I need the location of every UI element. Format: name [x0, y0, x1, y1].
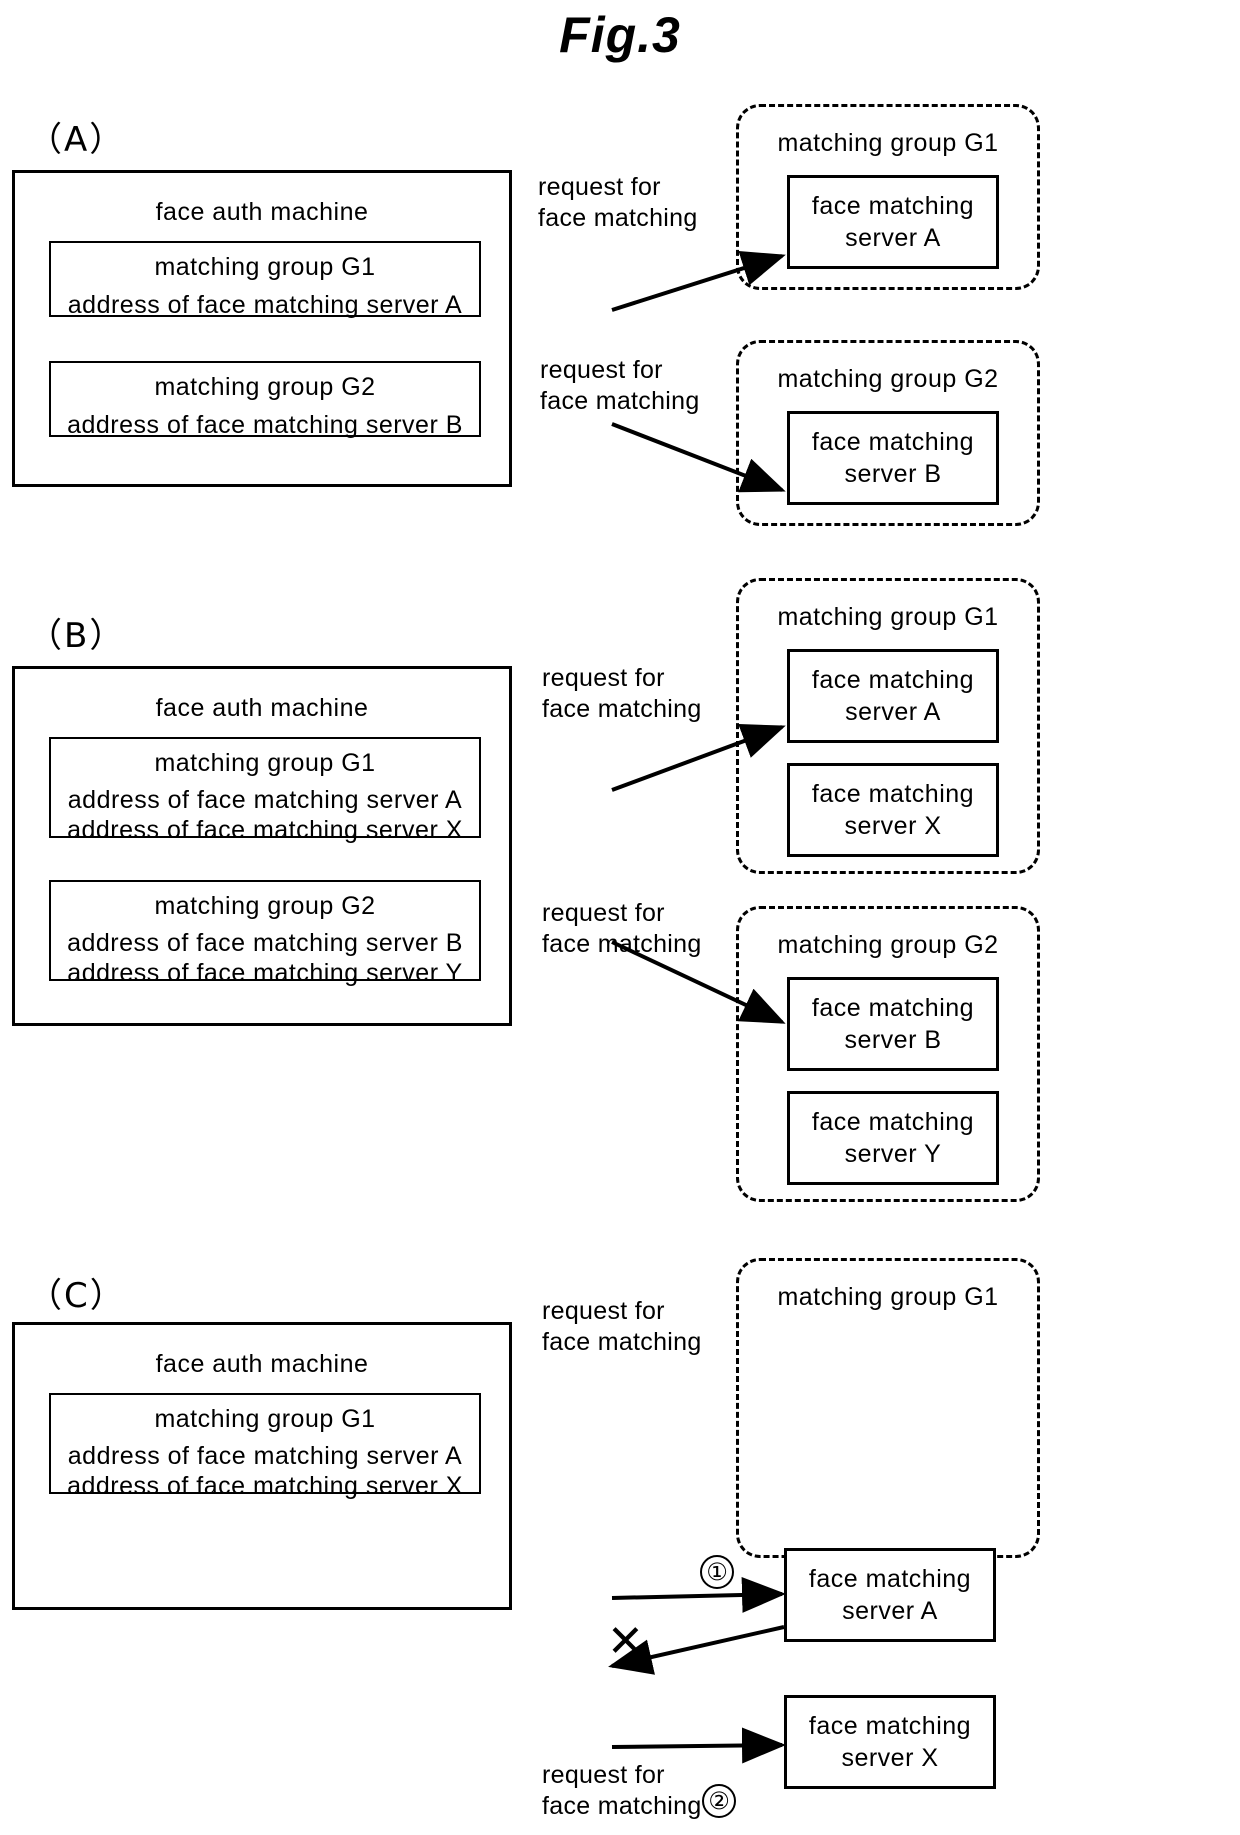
matching-group-box-a-g2: matching group G2 face matching server B [736, 340, 1040, 526]
server-a-line2-b: server A [845, 698, 941, 726]
face-matching-server-a-b-panel: face matching server A [787, 649, 999, 743]
arrow-caption-a1: request for face matching [538, 172, 698, 235]
group-title-b-g2: matching group G2 [154, 892, 376, 920]
arrow-caption-c2: request for face matching [542, 1760, 702, 1823]
arrow-caption-a2: request for face matching [540, 355, 700, 418]
server-y-line1-b: face matching [811, 1107, 975, 1136]
matching-group-box-a-g1: matching group G1 face matching server A [736, 104, 1040, 290]
matching-group-entry-b-g1: matching group G1 address of face matchi… [49, 737, 481, 844]
matching-group-box-b-g1: matching group G1 face matching server A… [736, 578, 1040, 874]
server-a-line1-b: face matching [811, 665, 975, 694]
server-b-line2: server B [844, 460, 942, 488]
face-auth-machine-c: face auth machine matching group G1 addr… [12, 1322, 512, 1610]
server-b-line1-b: face matching [811, 993, 975, 1022]
arrow-caption-c1: request for face matching [542, 1296, 702, 1359]
face-matching-server-y-b-panel: face matching server Y [787, 1091, 999, 1185]
arrow-caption-a1-line2: face matching [538, 204, 698, 233]
figure-title: Fig.3 [559, 7, 681, 63]
arrow-caption-b1: request for face matching [542, 663, 702, 726]
arrow-caption-c2-line1: request for [542, 1761, 665, 1789]
step-number-1: ① [700, 1555, 734, 1589]
group-address-a-g2-0: address of face matching server B [67, 411, 463, 439]
group-address-c-g1-0: address of face matching server A [67, 1442, 463, 1470]
server-b-line1: face matching [811, 427, 975, 456]
server-a-line2: server A [845, 224, 941, 252]
matching-group-entry-a-g1: matching group G1 address of face matchi… [49, 241, 481, 319]
server-a-line1: face matching [811, 191, 975, 220]
server-b-line2-b: server B [844, 1026, 942, 1054]
failure-cross-icon: ✕ [607, 1616, 644, 1667]
arrow-caption-a1-line1: request for [538, 173, 661, 201]
matching-group-entry-b-g2: matching group G2 address of face matchi… [49, 880, 481, 987]
server-x-line1-b: face matching [811, 779, 975, 808]
auth-machine-title-c: face auth machine [155, 1350, 369, 1378]
panel-label-c: （C） [28, 1276, 126, 1316]
server-x-line2-c: server X [841, 1744, 939, 1772]
face-matching-server-a-c-panel: face matching server A [784, 1548, 996, 1642]
face-auth-machine-a: face auth machine matching group G1 addr… [12, 170, 512, 487]
arrow-caption-b1-line2: face matching [542, 695, 702, 724]
group-address-b-g2-1: address of face matching server Y [67, 959, 463, 987]
auth-machine-title-a: face auth machine [155, 198, 369, 226]
group-address-b-g1-0: address of face matching server A [67, 786, 463, 814]
matching-group-box-c-g1: matching group G1 [736, 1258, 1040, 1558]
group-title-a-g2: matching group G2 [154, 373, 376, 401]
arrow-caption-c2-line2: face matching [542, 1792, 702, 1821]
arrow-caption-c1-line2: face matching [542, 1328, 702, 1357]
arrow-caption-b2-line2: face matching [542, 930, 702, 959]
face-matching-server-b-b-panel: face matching server B [787, 977, 999, 1071]
face-auth-machine-b: face auth machine matching group G1 addr… [12, 666, 512, 1026]
server-a-line2-c: server A [842, 1597, 938, 1625]
group-address-c-g1-1: address of face matching server X [67, 1472, 463, 1500]
arrow-caption-b2-line1: request for [542, 899, 665, 927]
arrow-caption-a2-line2: face matching [540, 387, 700, 416]
server-y-line2-b: server Y [844, 1140, 942, 1168]
arrow-caption-c1-line1: request for [542, 1297, 665, 1325]
face-matching-server-x-c-panel: face matching server X [784, 1695, 996, 1789]
group-title-a-g1: matching group G1 [154, 253, 376, 281]
arrow-caption-a2-line1: request for [540, 356, 663, 384]
arrow-c1 [611, 1576, 786, 1613]
auth-machine-title-b: face auth machine [155, 694, 369, 722]
group-address-b-g1-1: address of face matching server X [67, 816, 463, 844]
matching-group-entry-a-g2: matching group G2 address of face matchi… [49, 361, 481, 439]
arrow-caption-b2: request for face matching [542, 898, 702, 961]
matching-group-title-b-g1: matching group G1 [777, 603, 999, 631]
panel-label-a: （A） [28, 120, 126, 160]
group-title-c-g1: matching group G1 [154, 1405, 376, 1433]
arrow-caption-b1-line1: request for [542, 664, 665, 692]
matching-group-title-c-g1: matching group G1 [777, 1283, 999, 1311]
matching-group-box-b-g2: matching group G2 face matching server B… [736, 906, 1040, 1202]
face-matching-server-x-b-panel: face matching server X [787, 763, 999, 857]
group-address-b-g2-0: address of face matching server B [67, 929, 463, 957]
group-title-b-g1: matching group G1 [154, 749, 376, 777]
group-address-a-g1-0: address of face matching server A [67, 291, 463, 319]
server-a-line1-c: face matching [808, 1564, 972, 1593]
matching-group-title-b-g2: matching group G2 [777, 931, 999, 959]
server-x-line1-c: face matching [808, 1711, 972, 1740]
face-matching-server-a: face matching server A [787, 175, 999, 269]
face-matching-server-b: face matching server B [787, 411, 999, 505]
matching-group-title-a-g2: matching group G2 [777, 365, 999, 393]
arrow-c2 [611, 1727, 786, 1764]
matching-group-entry-c-g1: matching group G1 address of face matchi… [49, 1393, 481, 1500]
panel-label-b: （B） [28, 616, 126, 656]
step-number-2: ② [702, 1784, 736, 1818]
server-x-line2-b: server X [844, 812, 942, 840]
matching-group-title-a-g1: matching group G1 [777, 129, 999, 157]
